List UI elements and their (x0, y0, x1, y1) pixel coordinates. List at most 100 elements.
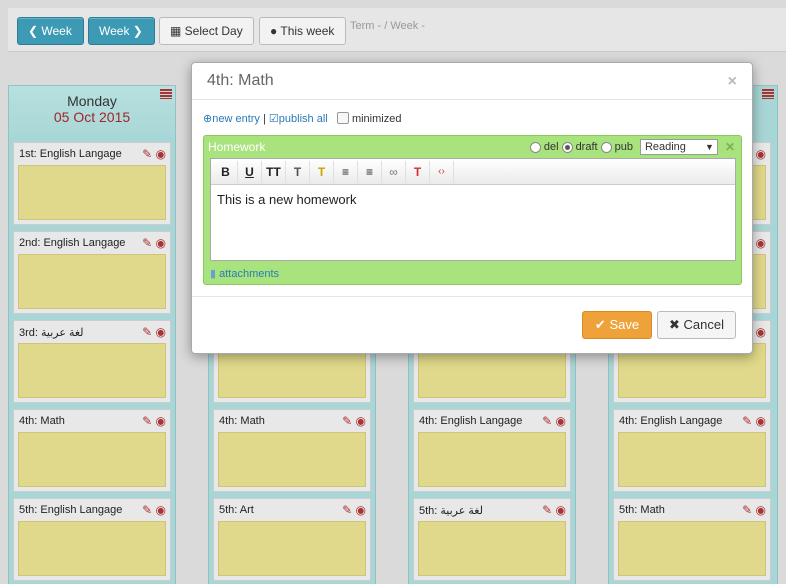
lesson-slot[interactable]: 3rd: لغة عربية ✎ ◉ (13, 320, 171, 403)
lesson-note[interactable] (418, 432, 566, 487)
lesson-note[interactable] (618, 521, 766, 576)
text-color-icon[interactable]: T (286, 160, 310, 183)
eye-icon[interactable]: ◉ (356, 503, 366, 517)
lesson-slot[interactable]: 5th: Math ✎ ◉ (613, 498, 771, 581)
lesson-note[interactable] (18, 521, 166, 576)
edit-icon[interactable]: ✎ (142, 414, 152, 428)
category-select[interactable]: Reading ▼ (639, 139, 718, 155)
modal-header: 4th: Math × (192, 63, 752, 100)
add-icon: ⊕ (203, 113, 213, 125)
eye-icon[interactable]: ◉ (356, 414, 366, 428)
font-size-icon[interactable]: TT (262, 160, 286, 183)
new-entry-link[interactable]: new entry (212, 113, 260, 125)
lesson-modal: 4th: Math × ⊕new entry | ☑publish all mi… (191, 62, 753, 354)
alert-icon: ● (270, 24, 281, 38)
lesson-slot[interactable]: 4th: Math ✎ ◉ (213, 409, 371, 492)
lesson-note[interactable] (18, 343, 166, 398)
lesson-note[interactable] (218, 521, 366, 576)
lesson-slot[interactable]: 4th: English Langage ✎ ◉ (413, 409, 571, 492)
day-date: 05 Oct 2015 (53, 109, 131, 125)
lesson-slot[interactable]: 4th: Math ✎ ◉ (13, 409, 171, 492)
close-icon[interactable]: × (728, 73, 737, 91)
rich-text-editor: B U TT T T ≡ ≡ ∞ T ‹› This is a new home… (210, 158, 736, 261)
lesson-note[interactable] (618, 432, 766, 487)
eye-icon[interactable]: ◉ (156, 414, 166, 428)
edit-icon[interactable]: ✎ (542, 503, 552, 517)
eye-icon[interactable]: ◉ (156, 236, 166, 250)
day-column-monday: Monday 05 Oct 2015 1st: English Langage … (8, 85, 176, 584)
eye-icon[interactable]: ◉ (756, 236, 766, 250)
grid-icon: ▦ (170, 24, 185, 38)
minimized-label: minimized (351, 113, 402, 125)
lesson-slot[interactable]: 5th: English Langage ✎ ◉ (13, 498, 171, 581)
edit-icon[interactable]: ✎ (742, 414, 752, 428)
lesson-note[interactable] (418, 521, 566, 576)
highlight-icon[interactable]: T (310, 160, 334, 183)
clear-format-icon[interactable]: T (406, 160, 430, 183)
previous-week-button[interactable]: ❮ Week (17, 17, 84, 45)
select-day-button[interactable]: ▦ Select Day (159, 17, 254, 45)
eye-icon[interactable]: ◉ (556, 414, 566, 428)
edit-icon[interactable]: ✎ (342, 503, 352, 517)
editor-toolbar: B U TT T T ≡ ≡ ∞ T ‹› (211, 159, 735, 185)
lesson-slot[interactable]: 2nd: English Langage ✎ ◉ (13, 231, 171, 314)
attachments-link[interactable]: ▮ attachments (210, 267, 279, 280)
lesson-slot[interactable]: 5th: Art ✎ ◉ (213, 498, 371, 581)
edit-icon[interactable]: ✎ (142, 236, 152, 250)
lesson-note[interactable] (18, 432, 166, 487)
edit-icon[interactable]: ✎ (142, 503, 152, 517)
save-button[interactable]: ✔ Save (582, 311, 652, 339)
eye-icon[interactable]: ◉ (156, 503, 166, 517)
modal-title: 4th: Math (207, 72, 274, 89)
lesson-note[interactable] (218, 432, 366, 487)
underline-icon[interactable]: U (238, 160, 262, 183)
day-menu-icon[interactable] (160, 89, 172, 99)
edit-icon[interactable]: ✎ (142, 147, 152, 161)
pub-radio[interactable] (600, 141, 612, 153)
del-radio[interactable] (529, 141, 541, 153)
draft-radio[interactable] (561, 141, 573, 153)
homework-entry: Homework del draft pub Reading ▼ ✕ B U T… (203, 135, 742, 285)
publish-all-link[interactable]: publish all (279, 113, 328, 125)
cancel-button[interactable]: ✖ Cancel (657, 311, 736, 339)
entry-status-controls: del draft pub Reading ▼ ✕ (529, 139, 735, 155)
lesson-slot[interactable]: 1st: English Langage ✎ ◉ (13, 142, 171, 225)
entry-actions: ⊕new entry | ☑publish all minimized (203, 112, 402, 125)
align-left-icon[interactable]: ≡ (334, 160, 358, 183)
next-week-button[interactable]: Week ❯ (88, 17, 155, 45)
link-icon[interactable]: ∞ (382, 160, 406, 183)
lesson-slot[interactable]: 4th: English Langage ✎ ◉ (613, 409, 771, 492)
lesson-note[interactable] (18, 165, 166, 220)
edit-icon[interactable]: ✎ (142, 325, 152, 339)
eye-icon[interactable]: ◉ (756, 503, 766, 517)
eye-icon[interactable]: ◉ (556, 503, 566, 517)
editor-content[interactable]: This is a new homework (217, 192, 356, 207)
day-menu-icon[interactable] (762, 89, 774, 99)
eye-icon[interactable]: ◉ (756, 147, 766, 161)
term-week-label: Term - / Week - (350, 20, 425, 32)
align-right-icon[interactable]: ≡ (358, 160, 382, 183)
eye-icon[interactable]: ◉ (156, 147, 166, 161)
chevron-left-icon: ❮ (28, 24, 42, 38)
check-icon: ✔ (594, 317, 606, 332)
remove-entry-icon[interactable]: ✕ (725, 140, 735, 154)
modal-footer: ✔ Save ✖ Cancel (192, 296, 752, 353)
minimized-checkbox[interactable] (336, 112, 349, 124)
lesson-slot[interactable]: 5th: لغة عربية ✎ ◉ (413, 498, 571, 581)
bold-icon[interactable]: B (214, 160, 238, 183)
check-icon: ☑ (268, 113, 279, 125)
eye-icon[interactable]: ◉ (156, 325, 166, 339)
dropdown-arrow-icon: ▼ (705, 142, 714, 152)
this-week-button[interactable]: ● This week (259, 17, 346, 45)
lesson-note[interactable] (18, 254, 166, 309)
edit-icon[interactable]: ✎ (542, 414, 552, 428)
source-code-icon[interactable]: ‹› (430, 160, 454, 183)
day-header: Monday 05 Oct 2015 (9, 86, 175, 141)
edit-icon[interactable]: ✎ (742, 503, 752, 517)
week-toolbar: ❮ Week Week ❯ ▦ Select Day ● This week T… (8, 8, 786, 52)
edit-icon[interactable]: ✎ (342, 414, 352, 428)
day-name: Monday (67, 93, 117, 109)
eye-icon[interactable]: ◉ (756, 325, 766, 339)
file-icon: ▮ (210, 268, 217, 280)
eye-icon[interactable]: ◉ (756, 414, 766, 428)
